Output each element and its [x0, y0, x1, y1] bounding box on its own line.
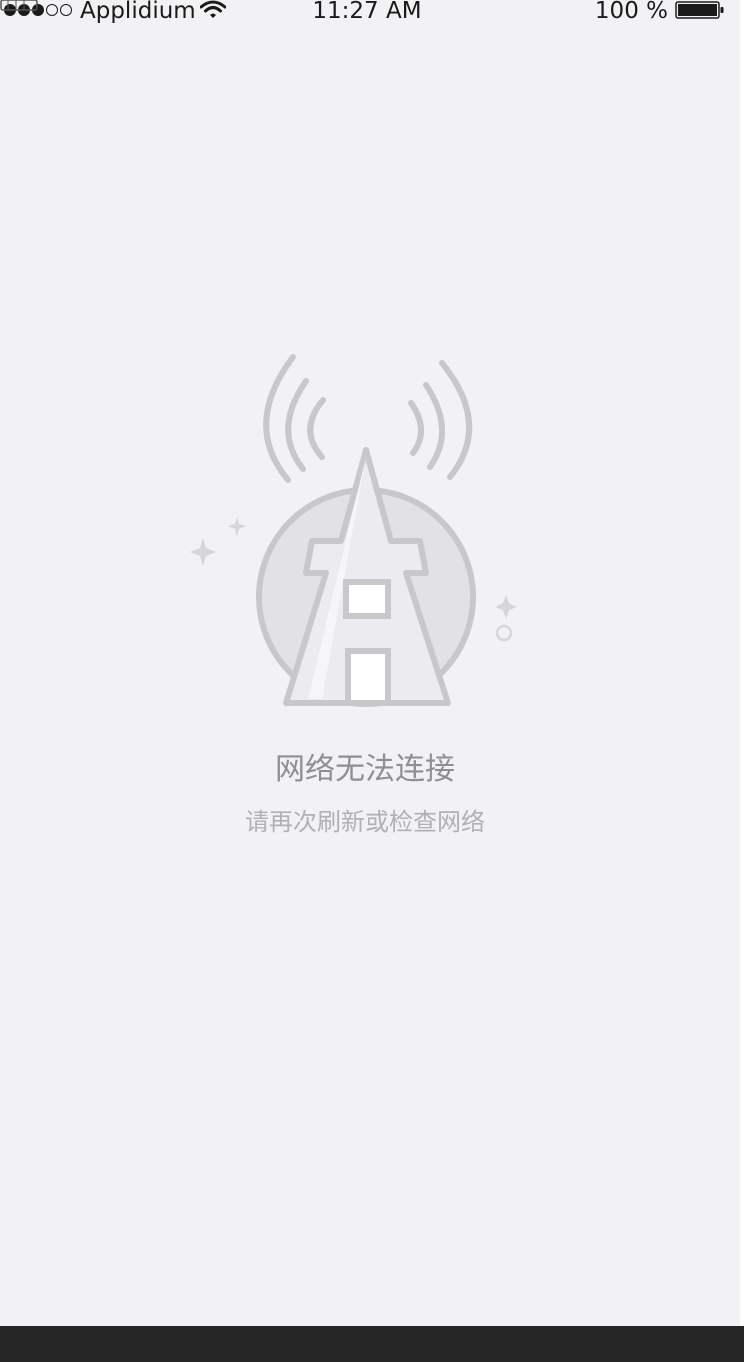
- status-bar: Applidium 11:27 AM 100 %: [0, 0, 740, 28]
- screen-edge: [740, 0, 744, 1326]
- app-screen: Applidium 11:27 AM 100 % 网络无法连接 请再次刷新或检查…: [0, 0, 740, 1326]
- broadcast-tower-offline-icon: [190, 354, 517, 707]
- battery-icon: [675, 1, 724, 19]
- error-subtitle: 请再次刷新或检查网络: [245, 808, 485, 836]
- bottom-bar: [0, 1326, 744, 1362]
- battery-percentage: 100 %: [594, 0, 668, 24]
- error-title: 网络无法连接: [275, 752, 455, 787]
